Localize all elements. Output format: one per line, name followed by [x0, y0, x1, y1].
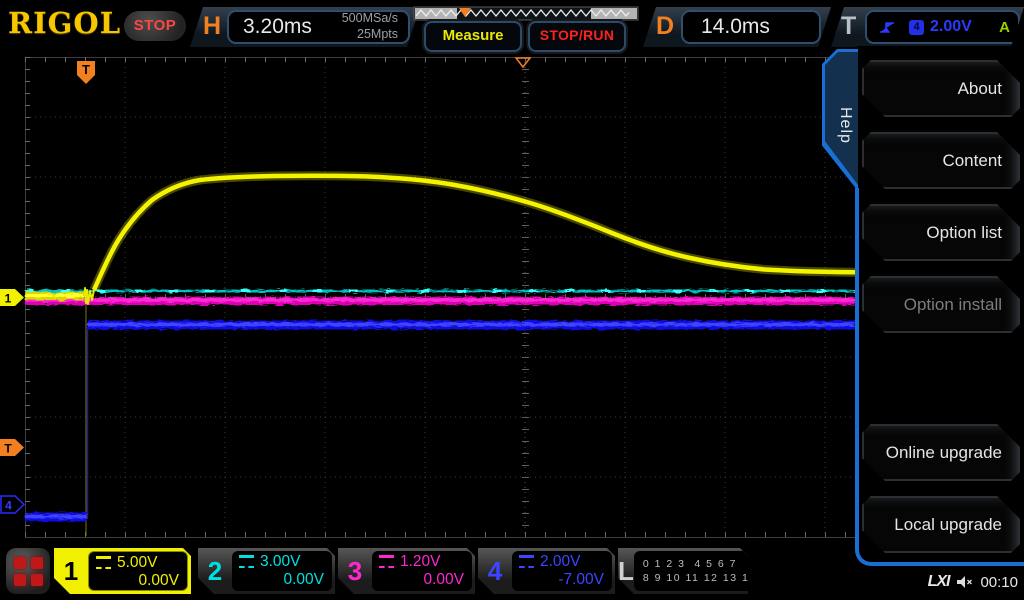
trigger-label: T — [841, 12, 856, 41]
menu-key-square — [31, 557, 43, 569]
delay-value: 14.0ms — [683, 15, 770, 39]
channel-2-scale: 3.00V — [260, 553, 301, 571]
timebase-panel[interactable]: 3.20ms 500MSa/s 25Mpts — [227, 10, 410, 44]
ch3-trace — [25, 300, 855, 301]
trigger-source-badge: 4 — [909, 20, 924, 35]
channel-4-scale: 2.00V — [540, 553, 581, 571]
sound-muted-icon — [956, 575, 973, 589]
ch4-position-marker[interactable]: 4 — [1, 496, 24, 513]
menu-item-option-install: Option install — [862, 276, 1020, 333]
channel-3-offset: 0.00V — [379, 571, 464, 592]
sample-rate: 500MSa/s — [342, 11, 398, 27]
channel-2-offset: 0.00V — [239, 571, 324, 592]
stop-run-button[interactable]: STOP/RUN — [528, 21, 626, 52]
svg-text:T: T — [4, 442, 12, 456]
ch1-dc-coupling-icon — [96, 556, 111, 569]
channel-3-box[interactable]: 3 1.20V 0.00V — [338, 548, 475, 594]
svg-text:4: 4 — [5, 499, 12, 513]
menu-item-option-list[interactable]: Option list — [862, 204, 1020, 261]
channel-1-scale: 5.00V — [117, 554, 158, 572]
trigger-slope-icon — [877, 19, 897, 35]
menu-key-square — [14, 557, 26, 569]
channel-2-box[interactable]: 2 3.00V 0.00V — [198, 548, 335, 594]
menu-item-online-upgrade[interactable]: Online upgrade — [862, 424, 1020, 481]
trigger-mode-auto: A — [999, 19, 1010, 36]
channel-4-box[interactable]: 4 2.00V -7.00V — [478, 548, 615, 594]
run-state-badge: STOP — [124, 11, 186, 41]
channel-1-box[interactable]: 1 5.00V 0.00V — [54, 548, 191, 594]
delay-reference-marker — [516, 58, 530, 67]
trigger-panel[interactable]: 4 2.00V A — [865, 10, 1020, 44]
menu-key-button[interactable] — [6, 548, 50, 594]
timebase-label: H — [203, 12, 221, 41]
horizontal-timebase-group[interactable]: H 3.20ms 500MSa/s 25Mpts — [190, 7, 420, 47]
trigger-level-value: 2.00V — [930, 18, 999, 36]
logic-analyzer-box[interactable]: L 0 1 2 3 4 5 6 7 8 9 10 11 12 13 14 15 — [618, 548, 748, 594]
menu-key-square — [31, 574, 43, 586]
ch4-dc-coupling-icon — [519, 555, 534, 568]
ch4-trace — [25, 325, 855, 518]
channel-4-offset: -7.00V — [519, 571, 604, 592]
rigol-logo: RIGOL — [8, 6, 121, 40]
channel-3-scale: 1.20V — [400, 553, 441, 571]
system-clock: 00:10 — [980, 574, 1018, 591]
svg-text:1: 1 — [5, 292, 12, 306]
menu-key-square — [14, 574, 26, 586]
ch2-dc-coupling-icon — [239, 555, 254, 568]
delay-panel[interactable]: 14.0ms — [681, 10, 821, 44]
help-tab-label: Help — [834, 80, 854, 170]
delay-label: D — [656, 12, 674, 41]
menu-item-local-upgrade[interactable]: Local upgrade — [862, 496, 1020, 553]
memory-depth: 25Mpts — [342, 27, 398, 43]
menu-item-content[interactable]: Content — [862, 132, 1020, 189]
channel-1-offset: 0.00V — [96, 572, 179, 593]
svg-text:T: T — [82, 62, 90, 77]
trigger-position-marker[interactable]: T — [77, 61, 95, 84]
lxi-indicator: LXI — [928, 573, 950, 591]
ch1-position-marker[interactable]: 1 — [0, 289, 24, 306]
oscilloscope-screen: T 1 T 4 RIGOL STOP H 3.20ms 500MSa/s 25M… — [0, 0, 1024, 600]
memory-position-bar[interactable] — [413, 6, 639, 21]
delay-group[interactable]: D 14.0ms — [643, 7, 831, 47]
trigger-group[interactable]: T 4 2.00V A — [831, 7, 1024, 47]
timebase-value: 3.20ms — [229, 15, 342, 39]
menu-item-about[interactable]: About — [862, 60, 1020, 117]
ch3-dc-coupling-icon — [379, 555, 394, 568]
ch1-trace — [25, 176, 855, 304]
measure-button[interactable]: Measure — [424, 21, 522, 52]
trigger-level-marker[interactable]: T — [0, 439, 24, 456]
